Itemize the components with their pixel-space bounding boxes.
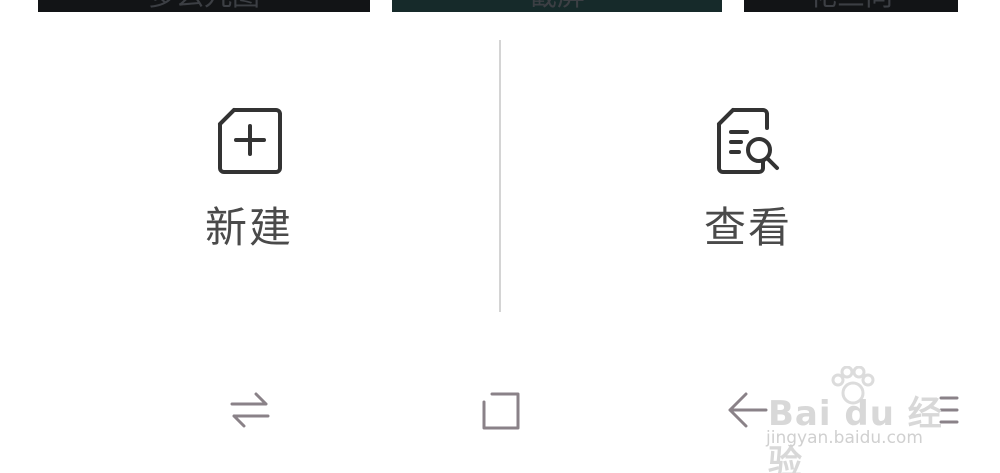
thumbnail[interactable]: 多么九图 bbox=[38, 0, 370, 12]
new-document-icon bbox=[218, 108, 282, 174]
switch-arrows-icon bbox=[230, 392, 270, 428]
thumbnail-label: 花三向 bbox=[744, 0, 958, 10]
thumbnail[interactable]: 截屏 bbox=[392, 0, 722, 12]
menu-button[interactable] bbox=[918, 385, 968, 435]
menu-icon bbox=[939, 396, 959, 424]
back-button[interactable] bbox=[722, 385, 772, 435]
top-thumbnail-strip: 多么九图 截屏 花三向 bbox=[0, 0, 1000, 12]
thumbnail-label: 多么九图 bbox=[38, 0, 370, 10]
switch-button[interactable] bbox=[225, 385, 275, 435]
search-document-icon bbox=[717, 108, 779, 174]
back-arrow-icon bbox=[728, 392, 768, 428]
thumbnail-label: 截屏 bbox=[392, 0, 722, 10]
navigation-bar bbox=[0, 360, 1000, 460]
square-home-icon bbox=[482, 392, 520, 430]
view-label: 查看 bbox=[703, 203, 792, 252]
home-button[interactable] bbox=[475, 385, 525, 435]
view-button[interactable]: 查看 bbox=[501, 40, 1000, 312]
new-button[interactable]: 新建 bbox=[0, 40, 499, 312]
thumbnail[interactable]: 花三向 bbox=[744, 0, 958, 12]
new-label: 新建 bbox=[204, 203, 293, 252]
